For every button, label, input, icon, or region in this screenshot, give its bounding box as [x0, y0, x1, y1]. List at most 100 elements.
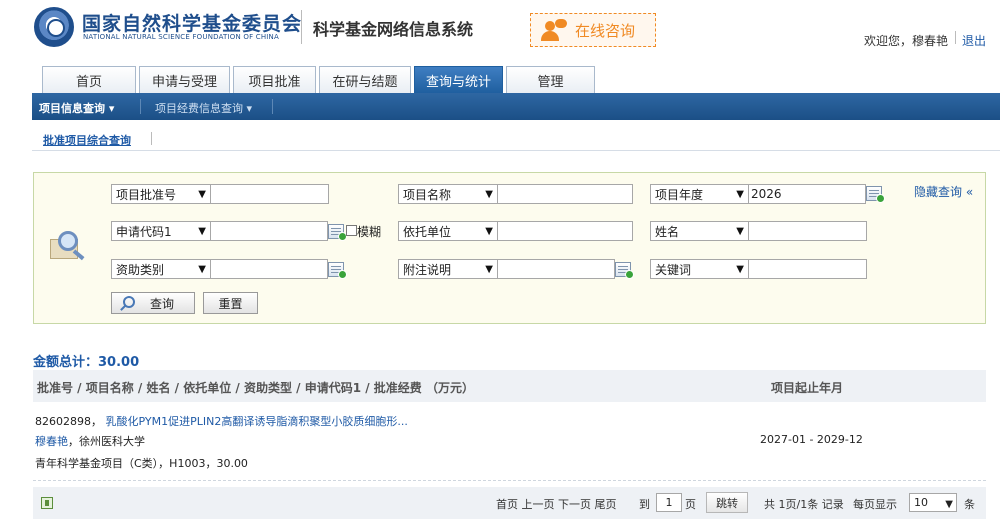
chevron-down-icon: ▼	[485, 226, 493, 237]
submenu-funding-info[interactable]: 项目经费信息查询 ▾	[155, 100, 252, 116]
tab-query[interactable]: 查询与统计	[414, 66, 503, 93]
row3-field3-input[interactable]	[748, 259, 867, 279]
goto-label: 到	[639, 498, 650, 511]
row3-field2-select-value: 附注说明	[403, 262, 452, 277]
tab-manage[interactable]: 管理	[506, 66, 595, 93]
row2-field3-input[interactable]	[748, 221, 867, 241]
chevron-down-icon: ▼	[198, 264, 206, 275]
org-name-en: NATIONAL NATURAL SCIENCE FOUNDATION OF C…	[83, 33, 279, 41]
reset-button-label: 重置	[218, 296, 243, 311]
consult-label: 在线咨询	[575, 21, 636, 40]
nsfc-logo	[34, 7, 74, 47]
row1-field3-input[interactable]: 2026	[748, 184, 866, 204]
breadcrumb-approved-project-query[interactable]: 批准项目综合查询	[43, 132, 131, 148]
system-name: 科学基金网络信息系统	[313, 20, 474, 39]
search-magnifier-icon	[50, 231, 86, 263]
logout-link[interactable]: 退出	[962, 32, 986, 49]
row2-field1-input[interactable]	[210, 221, 328, 241]
row1-field3-select-value: 项目年度	[655, 187, 704, 202]
code-picker-icon[interactable]	[328, 224, 347, 241]
per-page-value: 10	[914, 496, 928, 509]
project-period: 2027-01 - 2029-12	[760, 433, 863, 446]
breadcrumb-divider	[151, 132, 152, 145]
total-amount: 金额总计：30.00	[33, 355, 140, 370]
tab-research[interactable]: 在研与结题	[319, 66, 411, 93]
header: 国家自然科学基金委员会 NATIONAL NATURAL SCIENCE FOU…	[0, 0, 1000, 62]
row3-field1-select[interactable]: 资助类别 ▼	[111, 259, 211, 279]
row3-field1-select-value: 资助类别	[116, 262, 165, 277]
row1-field1-input[interactable]	[210, 184, 329, 204]
row3-field1-input[interactable]	[210, 259, 328, 279]
row3-field3-select-value: 关键词	[655, 262, 692, 277]
chevron-down-icon: ▼	[736, 226, 744, 237]
row2-field1-select[interactable]: 申请代码1 ▼	[111, 221, 211, 241]
row2-field3-select[interactable]: 姓名 ▼	[650, 221, 749, 241]
approval-number: 82602898，	[35, 415, 102, 428]
chevron-down-icon: ▼	[945, 499, 953, 510]
year-picker-icon[interactable]	[866, 186, 885, 203]
submenu-divider	[272, 99, 273, 114]
tab-home[interactable]: 首页	[42, 66, 136, 93]
reset-button[interactable]: 重置	[203, 292, 258, 314]
consult-person-icon	[541, 19, 567, 41]
export-excel-icon[interactable]	[41, 497, 53, 509]
chevron-down-icon: ▼	[485, 264, 493, 275]
search-panel: 项目批准号 ▼ 项目名称 ▼ 项目年度 ▼ 2026 隐藏查询 « 申请代码1 ▼ 模糊…	[33, 172, 986, 324]
record-summary: 共 1页/1条 记录	[764, 498, 844, 511]
chevron-down-icon: ▼	[485, 189, 493, 200]
tab-approval[interactable]: 项目批准	[233, 66, 316, 93]
tab-apply[interactable]: 申请与受理	[139, 66, 230, 93]
pager: 首页 上一页 下一页 尾页 到 1 页 跳转 共 1页/1条 记录 每页显示 1…	[33, 487, 986, 519]
row2-field2-select[interactable]: 依托单位 ▼	[398, 221, 498, 241]
main-tabs: 首页 申请与受理 项目批准 在研与结题 查询与统计 管理	[42, 66, 598, 93]
category-picker-icon[interactable]	[328, 262, 347, 279]
results-header-left: 批准号 / 项目名称 / 姓名 / 依托单位 / 资助类型 / 申请代码1 / …	[37, 381, 474, 395]
row-line-3: 青年科学基金项目（C类），H1003，30.00	[35, 457, 248, 470]
row2-field2-input[interactable]	[497, 221, 633, 241]
fuzzy-checkbox[interactable]	[346, 225, 357, 236]
pager-nav-links[interactable]: 首页 上一页 下一页 尾页	[496, 496, 617, 512]
jump-button[interactable]: 跳转	[706, 492, 748, 513]
welcome-divider	[955, 31, 956, 44]
row3-field2-input[interactable]	[497, 259, 615, 279]
welcome-text: 欢迎您，穆春艳	[864, 34, 949, 48]
row2-field1-select-value: 申请代码1	[116, 224, 172, 239]
page-suffix: 页	[685, 498, 696, 511]
breadcrumb-bar: 批准项目综合查询	[32, 120, 1000, 151]
row2-field2-select-value: 依托单位	[403, 224, 452, 239]
chevron-down-icon: ▼	[198, 226, 206, 237]
chevron-down-icon: ▼	[736, 189, 744, 200]
row1-field2-input[interactable]	[497, 184, 633, 204]
fuzzy-label: 模糊	[357, 225, 382, 239]
page-number-input[interactable]: 1	[656, 493, 682, 512]
online-consult-button[interactable]: 在线咨询	[530, 13, 656, 47]
person-link[interactable]: 穆春艳	[35, 435, 68, 448]
note-picker-icon[interactable]	[615, 262, 634, 279]
row2-field3-select-value: 姓名	[655, 224, 680, 239]
query-button[interactable]: 查询	[111, 292, 195, 314]
project-name-link[interactable]: 乳酸化PYM1促进PLIN2高翻译诱导脂滴积聚型小胶质细胞形...	[106, 415, 408, 428]
search-icon	[120, 296, 135, 309]
results-header-right: 项目起止年月	[771, 381, 844, 395]
chevron-down-icon: ▼	[736, 264, 744, 275]
row-line-1: 82602898， 乳酸化PYM1促进PLIN2高翻译诱导脂滴积聚型小胶质细胞形…	[35, 413, 408, 429]
query-button-label: 查询	[149, 296, 174, 311]
chevron-down-icon: ▼	[198, 189, 206, 200]
org-name-cn: 国家自然科学基金委员会	[82, 13, 303, 35]
per-page-select[interactable]: 10 ▼	[909, 493, 957, 512]
row3-field2-select[interactable]: 附注说明 ▼	[398, 259, 498, 279]
per-page-suffix: 条	[964, 498, 975, 511]
submenu-project-info[interactable]: 项目信息查询 ▾	[39, 100, 114, 116]
row1-field1-select[interactable]: 项目批准号 ▼	[111, 184, 211, 204]
row1-field2-select-value: 项目名称	[403, 187, 452, 202]
row1-field1-select-value: 项目批准号	[116, 187, 177, 202]
institution: ，徐州医科大学	[68, 435, 145, 448]
row-line-2: 穆春艳，徐州医科大学	[35, 433, 145, 449]
row1-field3-select[interactable]: 项目年度 ▼	[650, 184, 749, 204]
row3-field3-select[interactable]: 关键词 ▼	[650, 259, 749, 279]
row1-field2-select[interactable]: 项目名称 ▼	[398, 184, 498, 204]
submenu-divider	[140, 99, 141, 114]
submenu-bar: 项目信息查询 ▾ 项目经费信息查询 ▾	[32, 93, 1000, 120]
hide-query-link[interactable]: 隐藏查询 «	[914, 183, 973, 200]
header-divider	[301, 10, 302, 44]
